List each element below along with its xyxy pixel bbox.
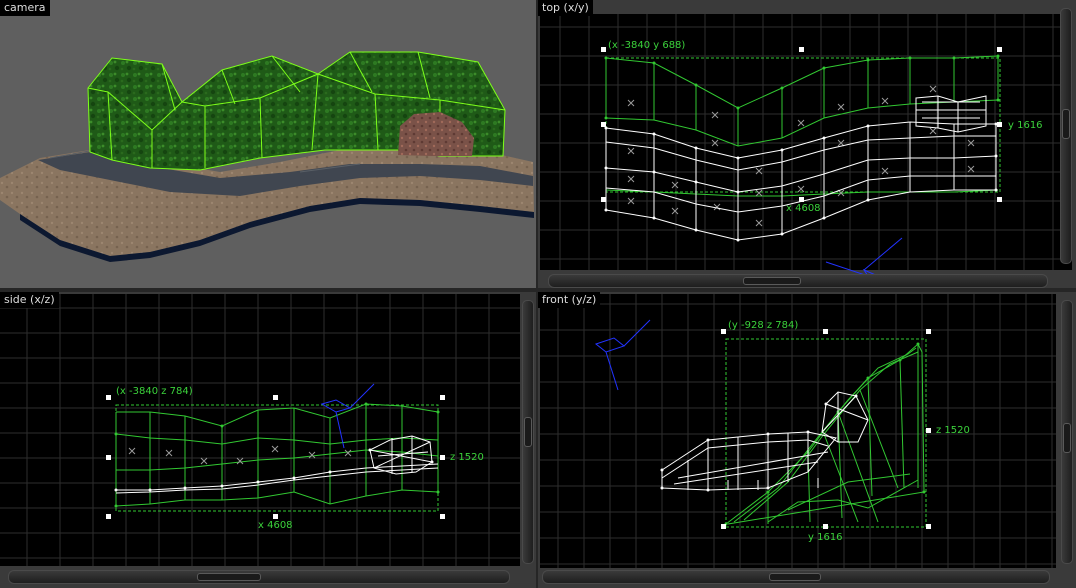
scroll-thumb[interactable] — [743, 277, 801, 285]
top-origin-label: (x -3840 y 688) — [608, 40, 686, 51]
viewport-title-side: side (x/z) — [0, 292, 59, 308]
scroll-thumb[interactable] — [769, 573, 821, 581]
bbox-handle[interactable] — [106, 395, 111, 400]
bbox-handle[interactable] — [440, 514, 445, 519]
bbox-handle[interactable] — [273, 514, 278, 519]
bbox-handle[interactable] — [799, 197, 804, 202]
side-origin-label: (x -3840 z 784) — [116, 386, 193, 397]
front-origin-label: (y -928 z 784) — [728, 320, 799, 331]
viewport-title-front: front (y/z) — [538, 292, 601, 308]
bbox-handle[interactable] — [440, 455, 445, 460]
top-width-label: x 4608 — [786, 203, 821, 214]
scroll-thumb[interactable] — [524, 417, 532, 447]
top-horizontal-scrollbar[interactable] — [548, 274, 1048, 288]
scroll-thumb[interactable] — [197, 573, 261, 581]
bbox-handle[interactable] — [601, 197, 606, 202]
camera-render — [0, 51, 534, 262]
top-vertical-scrollbar[interactable] — [1060, 8, 1072, 264]
bbox-handle[interactable] — [997, 47, 1002, 52]
front-viewport[interactable]: (y -928 z 784) z 1520 y 1616 front (y/z) — [538, 292, 1076, 588]
bbox-handle[interactable] — [721, 329, 726, 334]
scroll-thumb[interactable] — [1063, 423, 1071, 453]
side-viewport[interactable]: (x -3840 z 784) z 1520 x 4608 side (x/z) — [0, 292, 536, 588]
top-height-label: y 1616 — [1008, 120, 1043, 131]
viewport-title-top: top (x/y) — [538, 0, 593, 16]
side-horizontal-scrollbar[interactable] — [8, 570, 510, 584]
top-viewport[interactable]: (x -3840 y 688) y 1616 x 4608 top (x/y) — [538, 0, 1076, 288]
bbox-handle[interactable] — [106, 455, 111, 460]
front-view-canvas — [540, 294, 1056, 568]
bbox-handle[interactable] — [799, 47, 804, 52]
front-width-label: y 1616 — [808, 532, 843, 543]
front-vertical-scrollbar[interactable] — [1061, 300, 1073, 564]
side-vertical-scrollbar[interactable] — [522, 300, 534, 564]
scroll-thumb[interactable] — [1062, 109, 1070, 139]
side-width-label: x 4608 — [258, 520, 293, 531]
bbox-handle[interactable] — [440, 395, 445, 400]
front-horizontal-scrollbar[interactable] — [542, 570, 1050, 584]
bbox-handle[interactable] — [106, 514, 111, 519]
bbox-handle[interactable] — [601, 122, 606, 127]
bbox-handle[interactable] — [926, 428, 931, 433]
bbox-handle[interactable] — [601, 47, 606, 52]
bbox-handle[interactable] — [721, 524, 726, 529]
camera-viewport[interactable]: camera — [0, 0, 536, 288]
side-height-label: z 1520 — [450, 452, 484, 463]
bbox-handle[interactable] — [997, 122, 1002, 127]
viewport-title-camera: camera — [0, 0, 50, 16]
bbox-handle[interactable] — [926, 329, 931, 334]
bbox-handle[interactable] — [273, 395, 278, 400]
bbox-handle[interactable] — [823, 329, 828, 334]
side-view-canvas — [0, 294, 520, 566]
bbox-handle[interactable] — [997, 197, 1002, 202]
front-height-label: z 1520 — [936, 425, 970, 436]
bbox-handle[interactable] — [823, 524, 828, 529]
bbox-handle[interactable] — [926, 524, 931, 529]
